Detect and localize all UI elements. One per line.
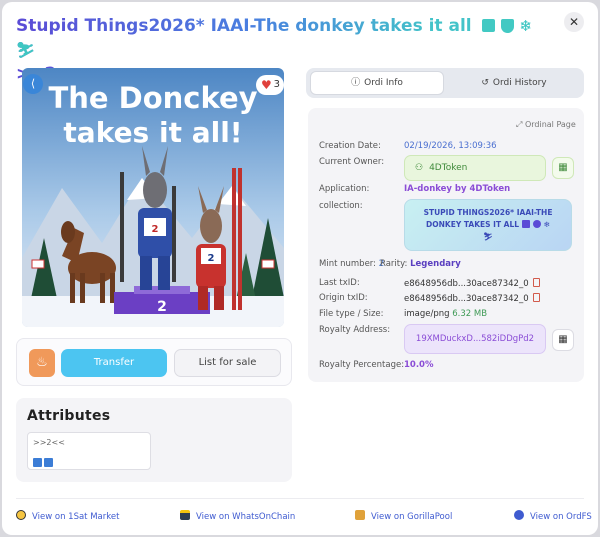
owner-qr-button[interactable]: ▦ [552,157,574,179]
circle-icon [533,220,542,228]
link-label: View on 1Sat Market [32,512,120,522]
attributes-heading: Attributes [27,408,111,424]
collection-label: collection: [319,201,363,211]
last-txid-value: e8648956db...30ace87342_0 [404,278,540,289]
royalty-address-pill[interactable]: 19XMDuckxD...582iDDgPd2 [404,324,546,354]
transfer-button[interactable]: Transfer [61,349,167,377]
like-count: 3 [273,79,280,90]
tab-label: Ordi History [492,78,547,88]
skier-icon: ⛷ [483,232,493,241]
gorillapool-logo-icon [355,510,365,520]
link-gorillapool[interactable]: View on GorillaPool [355,510,452,522]
like-button[interactable]: ♥ 3 [256,75,284,95]
file-size-value: 6.32 MB [452,309,488,319]
attribute-card: >>2<< [27,432,151,470]
heart-icon: ♥ [261,78,272,92]
collection-line2: DONKEY TAKES IT ALL [426,220,520,229]
copy-icon[interactable] [532,278,540,287]
origin-txid-text: e8648956db...30ace87342_0 [404,294,529,304]
file-type-text: image/png [404,309,450,319]
link-ordfs[interactable]: View on OrdFS [514,510,592,522]
list-for-sale-button[interactable]: List for sale [174,349,281,377]
tab-ordi-history[interactable]: ↺ Ordi History [448,71,580,95]
ordinal-page-label: Ordinal Page [524,120,576,129]
origin-txid-label: Origin txID: [319,293,368,303]
tab-ordi-info[interactable]: ⓘ Ordi Info [310,71,444,95]
attribute-icons [33,452,55,471]
creation-date-value: 02/19/2026, 13:09:36 [404,141,497,151]
image-headline-line2: takes it all! [63,116,242,149]
square-icon [481,19,495,32]
square-icon [522,220,531,228]
owner-label: Current Owner: [319,157,385,167]
owner-value: 4DToken [429,163,468,173]
owner-pill[interactable]: ⚇ 4DToken [404,155,546,181]
modal-title-text: Stupid Things2026* IAAI-The donkey takes… [16,16,472,36]
attributes-panel: Attributes >>2<< [16,398,292,482]
last-txid-label: Last txID: [319,278,360,288]
close-button[interactable]: ✕ [564,12,584,32]
mint-number-label: Mint number: 2 [319,259,384,269]
snowflake-icon: ❄ [543,220,550,229]
shield-icon [500,19,514,33]
rarity-value: Legendary [410,259,461,269]
file-type-value: image/png 6.32 MB [404,309,487,319]
nft-image: 2 2 2 The Donckey takes it all! [22,68,284,327]
history-icon: ↺ [481,78,489,88]
close-icon: ✕ [568,15,580,29]
rarity-label: Rarity: Legendary [380,259,461,269]
qr-icon: ▦ [558,334,568,345]
copy-icon[interactable] [532,293,540,302]
bib-right: 2 [208,253,215,264]
file-type-label: File type / Size: [319,309,384,319]
collection-line1: STUPID THINGS2026* IAAI-THE [423,208,553,217]
external-link-icon: ⤢ [516,120,523,129]
image-headline-line1: The Donckey [48,81,257,115]
image-icon [44,458,53,467]
qr-icon: ▦ [558,162,568,173]
link-label: View on WhatsOnChain [196,512,296,522]
check-icon [514,510,524,520]
skier-icon: ⛷ [16,41,36,59]
info-tabs: ⓘ Ordi Info ↺ Ordi History [306,68,584,98]
info-icon: ⓘ [351,78,361,88]
share-button[interactable]: ⟨ [23,74,43,94]
link-label: View on OrdFS [530,512,592,522]
tab-label: Ordi Info [364,78,403,88]
bib-left: 2 [152,224,159,235]
mint-number-label-text: Mint number: [319,259,377,269]
link-label: View on GorillaPool [371,512,453,522]
whatsonchain-logo-icon [180,510,190,520]
application-label: Application: [319,184,370,194]
creation-date-label: Creation Date: [319,141,381,151]
royalty-percentage-label: Royalty Percentage: [319,360,405,370]
image-icon [33,458,42,467]
royalty-qr-button[interactable]: ▦ [552,329,574,351]
footer-divider [16,498,584,499]
attribute-value: >>2<< [33,438,65,447]
origin-txid-value: e8648956db...30ace87342_0 [404,293,540,304]
user-icon: ⚇ [415,163,424,173]
snowflake-icon: ❄ [519,17,533,35]
link-1sat-market[interactable]: View on 1Sat Market [16,510,119,522]
application-value[interactable]: IA-donkey by 4DToken [404,184,510,194]
royalty-address-label: Royalty Address: [319,325,391,335]
ordinal-page-link[interactable]: ⤢ Ordinal Page [516,120,576,130]
last-txid-text: e8648956db...30ace87342_0 [404,279,529,289]
collection-pill[interactable]: STUPID THINGS2026* IAAI-THE DONKEY TAKES… [404,199,572,251]
fire-icon: ♨ [36,355,48,370]
royalty-percentage-value: 10.0% [404,360,434,370]
rarity-label-text: Rarity: [380,259,408,269]
share-icon: ⟨ [30,77,36,90]
burn-button[interactable]: ♨ [29,349,55,377]
1sat-logo-icon [16,510,26,520]
podium-number: 2 [157,299,167,315]
link-whatsonchain[interactable]: View on WhatsOnChain [180,510,295,522]
action-bar: ♨ Transfer List for sale [16,338,292,386]
